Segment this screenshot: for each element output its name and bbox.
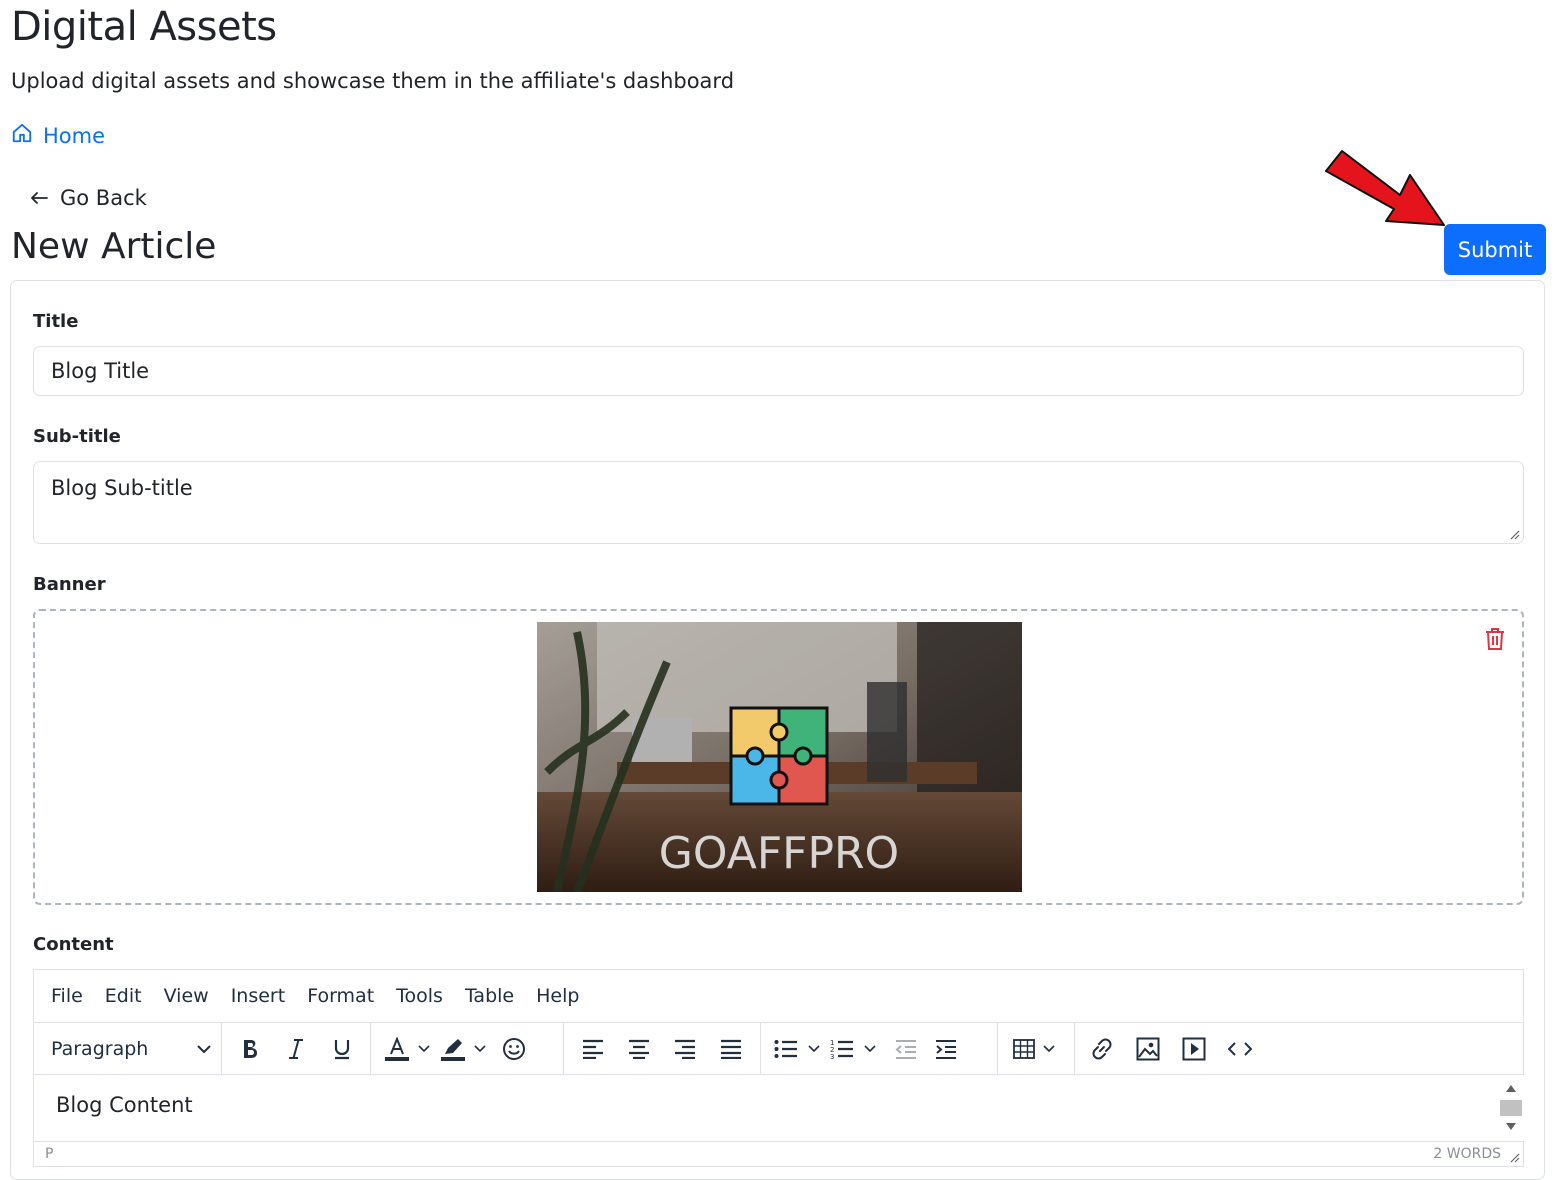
title-input[interactable]: Blog Title [33,346,1524,396]
home-icon [11,122,33,149]
indent-button[interactable] [926,1029,966,1069]
chevron-down-icon [808,1044,820,1052]
align-center-icon [629,1039,649,1059]
link-icon [1092,1038,1112,1059]
go-back-label: Go Back [60,186,147,210]
outdent-button[interactable] [886,1029,926,1069]
article-heading: New Article [11,226,217,267]
numbered-list-button[interactable]: 123 [830,1038,876,1060]
submit-button[interactable]: Submit [1444,224,1546,275]
page-title: Digital Assets [11,4,277,50]
align-justify-icon [721,1039,741,1059]
align-right-icon [675,1039,695,1059]
table-button[interactable] [1013,1038,1055,1059]
menu-help[interactable]: Help [536,985,579,1007]
delete-banner-trash-icon[interactable] [1484,627,1506,651]
editor-content-text: Blog Content [56,1093,193,1117]
table-icon [1013,1038,1035,1059]
editor-menubar: File Edit View Insert Format Tools Table… [34,970,1523,1023]
editor-content-area[interactable]: Blog Content [34,1075,1498,1141]
align-left-button[interactable] [570,1029,616,1069]
editor-toolbar: Paragraph 1 2 3 [34,1023,1523,1075]
banner-label: Banner [33,574,106,595]
editor-statusbar: P 2 WORDS [34,1141,1523,1167]
menu-view[interactable]: View [164,985,209,1007]
italic-button[interactable] [273,1029,319,1069]
menu-tools[interactable]: Tools [396,985,443,1007]
bullet-list-icon [774,1039,797,1058]
menu-file[interactable]: File [51,985,83,1007]
insert-media-button[interactable] [1171,1029,1217,1069]
arrow-left-icon [30,186,48,210]
editor-scrollbar[interactable] [1498,1075,1524,1141]
emoji-icon [503,1037,525,1060]
menu-insert[interactable]: Insert [231,985,286,1007]
insert-image-button[interactable] [1125,1029,1171,1069]
source-code-button[interactable] [1217,1029,1263,1069]
svg-text:3: 3 [830,1053,834,1060]
menu-format[interactable]: Format [307,985,374,1007]
element-path[interactable]: P [45,1146,53,1162]
content-label: Content [33,934,114,955]
editor-resize-handle-icon[interactable] [1510,1153,1520,1163]
breadcrumb-home-link[interactable]: Home [11,122,105,149]
scroll-up-icon[interactable] [1506,1084,1516,1092]
chevron-down-icon [474,1044,486,1052]
code-icon [1228,1041,1252,1056]
title-label: Title [33,311,79,332]
scroll-down-icon[interactable] [1506,1123,1516,1131]
image-icon [1136,1037,1160,1060]
chevron-down-icon [1043,1044,1055,1052]
align-center-button[interactable] [616,1029,662,1069]
block-format-select[interactable]: Paragraph [51,1038,211,1060]
bold-icon [244,1039,257,1058]
text-color-icon [385,1036,409,1061]
page-subtitle: Upload digital assets and showcase them … [11,69,735,93]
outdent-icon [895,1039,916,1059]
subtitle-label: Sub-title [33,426,121,447]
highlight-color-button[interactable] [440,1037,486,1061]
banner-logo-text: GOAFFPRO [659,828,899,879]
align-right-button[interactable] [662,1029,708,1069]
banner-image: GOAFFPRO [537,622,1022,892]
banner-dropzone[interactable]: GOAFFPRO [33,609,1524,905]
home-link-label: Home [43,123,106,148]
annotation-arrow-icon [1325,150,1445,226]
menu-table[interactable]: Table [465,985,514,1007]
block-format-value: Paragraph [51,1037,149,1060]
align-left-icon [583,1039,603,1059]
underline-icon [334,1039,350,1059]
menu-edit[interactable]: Edit [105,985,142,1007]
media-play-icon [1182,1037,1206,1060]
emoji-button[interactable] [496,1029,532,1069]
rich-text-editor: File Edit View Insert Format Tools Table… [33,969,1524,1167]
italic-icon [289,1038,303,1059]
chevron-down-icon [197,1044,211,1053]
subtitle-value: Blog Sub-title [51,476,193,500]
scrollbar-thumb[interactable] [1500,1100,1522,1116]
underline-button[interactable] [319,1029,365,1069]
align-justify-button[interactable] [708,1029,754,1069]
bullet-list-button[interactable] [774,1039,820,1059]
indent-icon [936,1039,956,1059]
numbered-list-icon: 123 [830,1039,853,1060]
bold-button[interactable] [227,1029,273,1069]
word-count[interactable]: 2 WORDS [1433,1146,1501,1162]
go-back-link[interactable]: Go Back [30,186,147,210]
insert-link-button[interactable] [1079,1029,1125,1069]
text-color-button[interactable] [384,1036,430,1061]
resize-handle-icon[interactable] [1510,530,1520,540]
chevron-down-icon [418,1044,430,1052]
chevron-down-icon [864,1044,876,1052]
highlighter-icon [441,1038,465,1061]
subtitle-textarea[interactable]: Blog Sub-title [33,461,1524,544]
